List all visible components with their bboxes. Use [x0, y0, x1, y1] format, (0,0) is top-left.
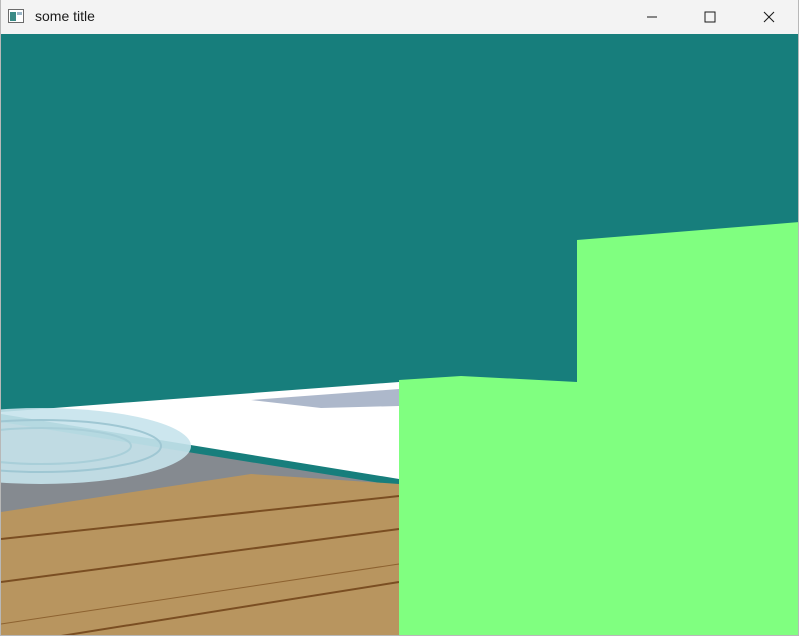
window-title: some title [35, 8, 95, 24]
minimize-icon [647, 16, 657, 18]
maximize-icon [704, 11, 716, 23]
rendered-scene [1, 222, 798, 635]
render-viewport[interactable] [1, 34, 798, 635]
app-window: some title [0, 0, 799, 636]
app-window-icon [8, 9, 24, 23]
minimize-button[interactable] [629, 0, 675, 34]
close-button[interactable] [746, 0, 792, 34]
green-block-lower [399, 376, 577, 635]
close-icon [763, 11, 775, 23]
maximize-button[interactable] [687, 0, 733, 34]
title-bar[interactable]: some title [1, 0, 798, 34]
green-block-upper [577, 222, 798, 635]
